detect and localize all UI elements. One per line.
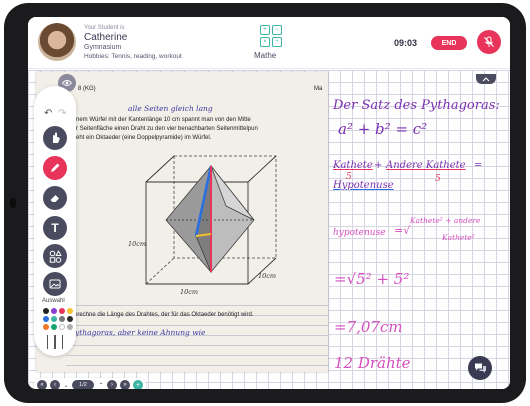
hw-count: 12 Drähte: [334, 354, 411, 372]
last-page-button[interactable]: »: [120, 380, 130, 389]
microphone-off-icon: [484, 36, 494, 47]
handwritten-note-top: alle Seiten gleich lang: [128, 104, 213, 113]
hw-five-b: 5: [435, 174, 441, 184]
color-picker-label: Auswahl: [42, 298, 65, 304]
color-swatch-6[interactable]: [51, 316, 57, 322]
task-2-text: Berechne die Länge des Drahtes, der für …: [70, 312, 254, 318]
prev-page-button[interactable]: ‹: [50, 380, 60, 389]
line-width-mark: [47, 335, 48, 349]
insert-image-button[interactable]: [43, 272, 67, 296]
color-swatch-7[interactable]: [59, 316, 65, 322]
whiteboard-workspace[interactable]: 8 (KG) Ma alle Seiten gleich lang nem Wü…: [28, 70, 510, 389]
page-indicator: 1/2: [72, 380, 94, 389]
task-1-line-3: eht ein Oktaeder (eine Doppelpyramide) i…: [76, 135, 212, 141]
chat-bubbles-icon: [474, 363, 486, 373]
hw-hypotenuse: Hypotenuse: [333, 180, 394, 191]
page-up-button[interactable]: ⌃: [96, 380, 106, 389]
task-1-text: nem Würfel mit der Kantenlänge 10 cm spa…: [76, 116, 328, 143]
student-school: Gymnasium: [84, 44, 122, 51]
session-timer: 09:03: [394, 38, 418, 48]
divide-symbol: ÷: [272, 37, 282, 47]
session-header: Your Student is Catherine Gymnasium Hobb…: [28, 17, 510, 69]
task-1-line-2: r Seitenfläche einen Draht zu den vier b…: [76, 126, 258, 132]
chevron-up-icon: [482, 76, 490, 81]
edge-label-bottom: 10cm: [180, 288, 198, 296]
eye-icon: [62, 80, 72, 86]
hw-pink-fraction-top: Kathete² + andere: [410, 216, 481, 225]
color-swatch-8[interactable]: [67, 316, 73, 322]
hw-title: Der Satz des Pythagoras:: [333, 98, 500, 113]
hw-pink-eq-root: =√: [394, 224, 411, 237]
times-symbol: ×: [260, 37, 270, 47]
color-swatch-4[interactable]: [67, 308, 73, 314]
line-width-selector[interactable]: [47, 335, 63, 349]
student-kicker: Your Student is: [84, 25, 125, 31]
hw-eq: =: [474, 160, 483, 171]
color-swatch-9[interactable]: [43, 324, 49, 330]
worksheet-image[interactable]: 8 (KG) Ma alle Seiten gleich lang nem Wü…: [36, 72, 328, 372]
tablet-frame: Your Student is Catherine Gymnasium Hobb…: [4, 3, 526, 403]
next-page-button[interactable]: ›: [107, 380, 117, 389]
redo-icon: ↷: [58, 108, 67, 119]
color-swatch-1[interactable]: [43, 308, 49, 314]
app-screen: Your Student is Catherine Gymnasium Hobb…: [28, 17, 510, 389]
page-navigator: « ‹ ⌄ 1/2 ⌃ › » +: [34, 378, 146, 389]
chat-button[interactable]: [468, 356, 492, 380]
mute-microphone-button[interactable]: [477, 30, 501, 54]
shapes-icon: [49, 249, 62, 263]
color-swatch-10[interactable]: [51, 324, 57, 330]
undo-icon: ↶: [44, 108, 53, 119]
drawing-toolbar: ↶ ↷ T Auswahl: [34, 86, 76, 356]
end-session-button[interactable]: END: [431, 36, 467, 50]
eraser-icon: [50, 195, 59, 202]
color-swatch-11[interactable]: [59, 324, 65, 330]
color-swatch-5[interactable]: [43, 316, 49, 322]
image-upload-icon: [49, 279, 61, 289]
hw-pink-fraction-bottom: Kathete²: [442, 233, 475, 242]
worksheet-header: 8 (KG): [78, 86, 96, 92]
first-page-button[interactable]: «: [37, 380, 47, 389]
undo-button[interactable]: ↶: [44, 108, 52, 119]
subject-label: Mathe: [254, 51, 277, 60]
pointer-tool-button[interactable]: [43, 126, 67, 150]
student-avatar: [38, 23, 76, 61]
handwritten-note-bottom: Pythagoras, aber keine Ahnung wie: [70, 328, 206, 337]
hw-result: =7,07cm: [334, 318, 403, 336]
add-page-button[interactable]: +: [133, 380, 143, 389]
hw-five-a: 5: [346, 172, 352, 182]
eraser-tool-button[interactable]: [43, 186, 67, 210]
task-1-line-1: nem Würfel mit der Kantenlänge 10 cm spa…: [76, 117, 251, 123]
shapes-tool-button[interactable]: [43, 244, 67, 268]
collapse-panel-button[interactable]: [476, 74, 496, 84]
worksheet-header-right: Ma: [314, 86, 323, 92]
hw-kathete-2: Andere Kathete: [386, 160, 466, 171]
edge-label-left: 10cm: [128, 240, 146, 248]
hand-pointer-icon: [53, 132, 60, 143]
redo-button[interactable]: ↷: [58, 108, 66, 119]
cube-octahedron-diagram: 10cm 10cm 10cm: [128, 155, 277, 296]
student-hobbies: Hobbies: Tennis, reading, workout: [84, 53, 182, 60]
pen-tool-button[interactable]: [43, 156, 67, 180]
front-camera: [10, 198, 16, 208]
color-swatches: [43, 308, 73, 330]
math-subject-icon: + − × ÷: [260, 25, 282, 47]
line-width-mark: [62, 335, 63, 349]
text-tool-button[interactable]: T: [43, 216, 67, 240]
line-width-mark: [54, 335, 56, 349]
minus-symbol: −: [272, 25, 282, 35]
color-swatch-12[interactable]: [67, 324, 73, 330]
text-tool-icon: T: [51, 221, 59, 235]
plus-symbol: +: [260, 25, 270, 35]
page-down-button[interactable]: ⌄: [61, 380, 71, 389]
pen-icon: [51, 163, 60, 172]
hw-pink-hypotenuse: hypotenuse: [333, 228, 386, 238]
hw-kathete-1: Kathete: [333, 160, 373, 171]
color-swatch-3[interactable]: [59, 308, 65, 314]
hw-formula: a² + b² = c²: [338, 120, 428, 138]
color-swatch-2[interactable]: [51, 308, 57, 314]
hw-plus: +: [374, 160, 383, 171]
hw-root-expression: =√5² + 5²: [334, 270, 410, 288]
student-name: Catherine: [84, 32, 128, 43]
edge-label-right: 10cm: [258, 272, 276, 280]
